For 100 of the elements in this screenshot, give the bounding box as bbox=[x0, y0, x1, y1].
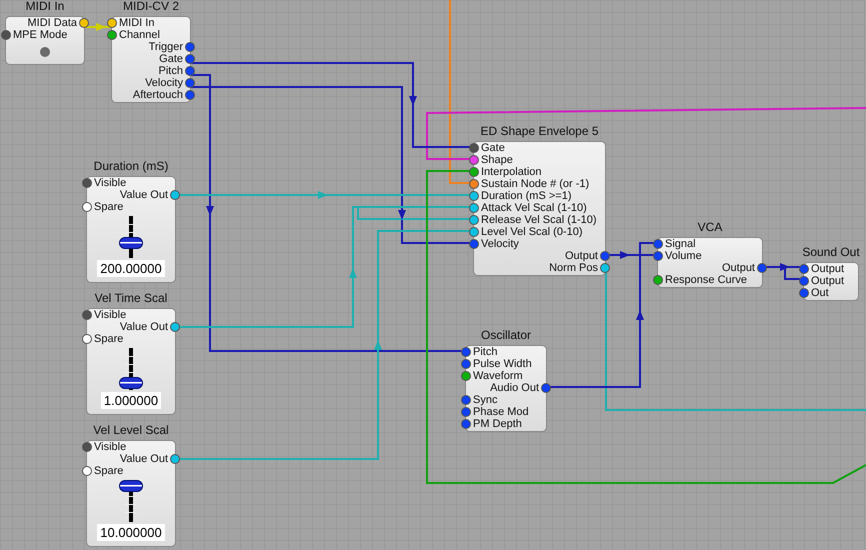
pin-label: Norm Pos bbox=[549, 262, 598, 274]
pin-icon[interactable] bbox=[799, 264, 809, 274]
module-title: Vel Level Scal bbox=[93, 423, 169, 439]
pin-label: Value Out bbox=[120, 189, 168, 201]
pin-label: Output bbox=[811, 275, 844, 287]
pin-icon[interactable] bbox=[82, 466, 92, 476]
pin-icon[interactable] bbox=[82, 334, 92, 344]
pin-label: Trigger bbox=[148, 41, 183, 53]
arrow-icon bbox=[636, 310, 644, 320]
pin-label: PM Depth bbox=[473, 418, 522, 430]
pin-icon[interactable] bbox=[799, 288, 809, 298]
value-field[interactable]: 200.00000 bbox=[97, 260, 165, 277]
pin-icon[interactable] bbox=[757, 263, 767, 273]
pin-icon[interactable] bbox=[461, 371, 471, 381]
pin-label: MIDI Data bbox=[27, 17, 77, 29]
arrow-icon bbox=[409, 96, 417, 106]
pin-icon[interactable] bbox=[469, 203, 479, 213]
slider-track[interactable] bbox=[117, 348, 145, 390]
pin-icon[interactable] bbox=[185, 54, 195, 64]
pin-icon[interactable] bbox=[79, 18, 89, 28]
value-field[interactable]: 10.000000 bbox=[97, 524, 165, 541]
module-title: MIDI-CV 2 bbox=[122, 0, 179, 15]
pin-icon[interactable] bbox=[461, 359, 471, 369]
pin-label: Waveform bbox=[473, 370, 523, 382]
pin-icon[interactable] bbox=[461, 347, 471, 357]
pin-label: Pitch bbox=[473, 346, 498, 358]
slider-thumb[interactable] bbox=[119, 376, 143, 388]
pin-icon[interactable] bbox=[600, 251, 610, 261]
pin-icon[interactable] bbox=[185, 78, 195, 88]
pin-icon[interactable] bbox=[185, 42, 195, 52]
pin-label: Sync bbox=[473, 394, 498, 406]
slider-track[interactable] bbox=[117, 480, 145, 522]
pin-icon[interactable] bbox=[600, 263, 610, 273]
pin-label: Response Curve bbox=[665, 274, 747, 286]
pin-label: Pulse Width bbox=[473, 358, 532, 370]
pin-label: Channel bbox=[119, 29, 160, 41]
arrow-icon bbox=[398, 210, 406, 220]
pin-icon[interactable] bbox=[653, 275, 663, 285]
pin-icon[interactable] bbox=[469, 155, 479, 165]
pin-label: Phase Mod bbox=[473, 406, 529, 418]
slider-thumb[interactable] bbox=[119, 237, 143, 249]
pin-icon[interactable] bbox=[469, 167, 479, 177]
pin-icon[interactable] bbox=[461, 419, 471, 429]
arrow-icon bbox=[780, 263, 790, 271]
pin-icon[interactable] bbox=[82, 178, 92, 188]
pin-label: Gate bbox=[159, 53, 183, 65]
pin-label: Interpolation bbox=[481, 166, 542, 178]
pin-label: MPE Mode bbox=[13, 29, 68, 41]
value-field[interactable]: 1.000000 bbox=[100, 392, 162, 409]
pin-label: Output bbox=[722, 262, 755, 274]
pin-icon[interactable] bbox=[799, 276, 809, 286]
pin-label: Volume bbox=[665, 250, 702, 262]
pin-icon[interactable] bbox=[185, 66, 195, 76]
pin-icon[interactable] bbox=[653, 239, 663, 249]
pin-icon[interactable] bbox=[461, 395, 471, 405]
pin-label: Shape bbox=[481, 154, 513, 166]
pin-icon[interactable] bbox=[469, 143, 479, 153]
pin-icon[interactable] bbox=[107, 30, 117, 40]
pin-icon[interactable] bbox=[1, 30, 11, 40]
pin-icon[interactable] bbox=[82, 442, 92, 452]
module-title: Duration (mS) bbox=[94, 159, 168, 175]
pin-icon[interactable] bbox=[185, 90, 195, 100]
pin-label: Audio Out bbox=[490, 382, 539, 394]
pin-label: Level Vel Scal (0-10) bbox=[481, 226, 582, 238]
pin-icon[interactable] bbox=[170, 454, 180, 464]
pin-icon[interactable] bbox=[82, 310, 92, 320]
arrow-icon bbox=[96, 23, 106, 31]
pin-label: Duration (mS >=1) bbox=[481, 190, 572, 202]
slider-track[interactable] bbox=[117, 216, 145, 258]
pin-icon[interactable] bbox=[469, 191, 479, 201]
pin-label: Out bbox=[811, 287, 829, 299]
pin-label: Pitch bbox=[158, 65, 183, 77]
module-title: VCA bbox=[698, 220, 722, 236]
pin-icon[interactable] bbox=[469, 227, 479, 237]
pin-label: Gate bbox=[481, 142, 505, 154]
pin-icon[interactable] bbox=[82, 202, 92, 212]
slider-thumb[interactable] bbox=[119, 480, 143, 492]
pin-icon[interactable] bbox=[469, 179, 479, 189]
pin-label: MIDI In bbox=[119, 17, 154, 29]
pin-icon[interactable] bbox=[653, 251, 663, 261]
pin-label: Spare bbox=[94, 465, 124, 477]
pin-icon[interactable] bbox=[170, 190, 180, 200]
pin-icon[interactable] bbox=[170, 322, 180, 332]
arrow-icon bbox=[318, 191, 328, 199]
pin-label: Value Out bbox=[120, 321, 168, 333]
pin-icon[interactable] bbox=[469, 239, 479, 249]
pin-icon[interactable] bbox=[461, 407, 471, 417]
arrow-icon bbox=[374, 340, 382, 350]
module-title: Vel Time Scal bbox=[94, 291, 168, 307]
pin-icon[interactable] bbox=[541, 383, 551, 393]
pin-icon[interactable] bbox=[107, 18, 117, 28]
pin-label: Visible bbox=[94, 309, 126, 321]
module-title: ED Shape Envelope 5 bbox=[480, 124, 599, 140]
pin-icon[interactable] bbox=[469, 215, 479, 225]
pin-label: Aftertouch bbox=[132, 89, 183, 101]
pin-label: Velocity bbox=[481, 238, 519, 250]
pin-label: Output bbox=[811, 263, 844, 275]
pin-label: Sustain Node # (or -1) bbox=[481, 178, 590, 190]
pin-label: Velocity bbox=[145, 77, 183, 89]
pin-label: Release Vel Scal (1-10) bbox=[481, 214, 597, 226]
